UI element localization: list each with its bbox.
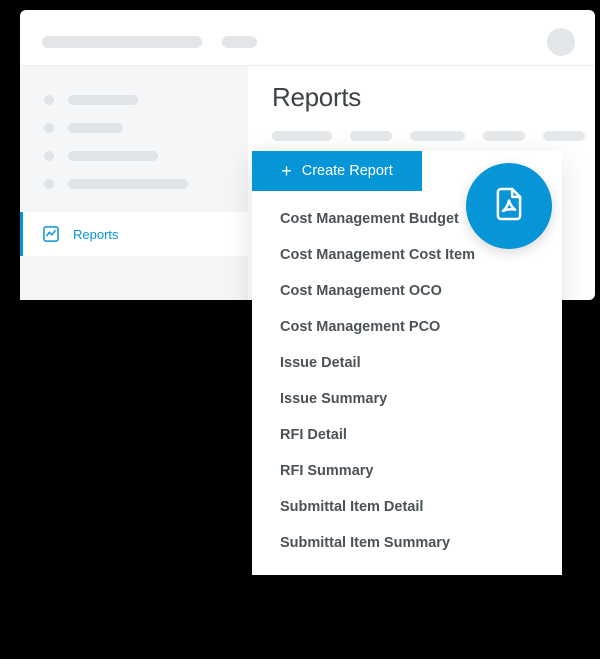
create-report-label: Create Report [302,163,393,179]
report-type-option[interactable]: RFI Summary [252,453,562,489]
skeleton-bar [42,36,202,48]
topbar [20,10,595,65]
report-type-option[interactable]: Cost Management PCO [252,309,562,345]
skeleton-pill [350,131,392,141]
skeleton-pill [410,131,465,141]
report-type-option[interactable]: Submittal Item Summary [252,525,562,561]
report-type-option[interactable]: Cost Management OCO [252,273,562,309]
report-type-option[interactable]: RFI Detail [252,417,562,453]
skeleton-bar [222,36,257,48]
topbar-skeleton [42,36,257,48]
skeleton-pill [272,131,332,141]
sidebar-skeleton-item [20,142,248,170]
sidebar-skeleton-item [20,114,248,142]
export-pdf-fab[interactable] [466,163,552,249]
reports-icon [41,224,61,244]
sidebar-skeleton-item [20,86,248,114]
tab-skeleton-row [272,131,595,141]
sidebar-item-label: Reports [73,227,119,242]
skeleton-pill [483,131,525,141]
sidebar-item-reports[interactable]: Reports [20,212,248,256]
plus-icon: + [281,162,292,180]
pdf-file-icon [490,185,528,228]
page-title: Reports [272,82,595,113]
report-type-list: Cost Management Budget Cost Management C… [252,191,562,575]
create-report-button[interactable]: + Create Report [252,151,422,191]
report-type-option[interactable]: Submittal Item Detail [252,489,562,525]
skeleton-pill [543,131,585,141]
avatar[interactable] [547,28,575,56]
report-type-option[interactable]: Issue Summary [252,381,562,417]
sidebar: Reports [20,65,248,300]
sidebar-skeleton-item [20,170,248,198]
report-type-option[interactable]: Issue Detail [252,345,562,381]
